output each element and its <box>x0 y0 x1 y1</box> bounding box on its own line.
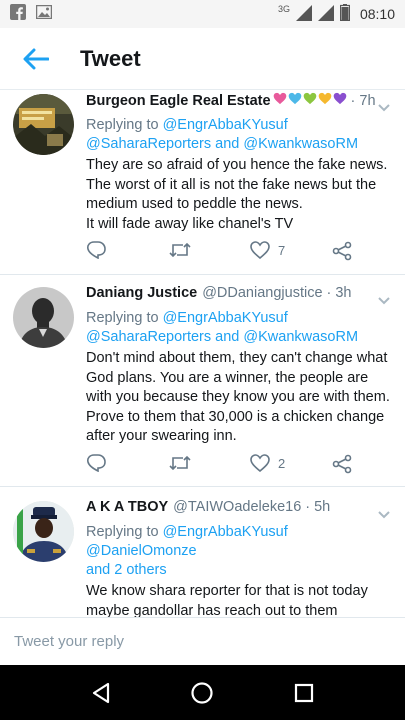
reply-input[interactable] <box>14 633 384 650</box>
author-name[interactable]: A K A TBOY <box>86 499 168 515</box>
heart-icon <box>250 454 270 472</box>
signal-icon <box>295 4 312 24</box>
page-title: Tweet <box>80 45 141 71</box>
reply-button[interactable] <box>86 241 106 259</box>
author-name[interactable]: Daniang Justice <box>86 285 197 301</box>
tweet[interactable]: Burgeon Eagle Real Estate · 7h Replying … <box>0 90 405 275</box>
mention-link[interactable]: @KwankwasoRM <box>243 329 358 345</box>
share-button[interactable] <box>332 241 352 261</box>
tweet-time: · 7h <box>350 93 376 109</box>
retweet-icon <box>169 455 191 471</box>
retweet-button[interactable] <box>168 241 192 259</box>
back-button[interactable] <box>0 28 72 90</box>
chevron-down-icon <box>378 511 390 519</box>
share-icon <box>332 454 352 474</box>
chevron-down-icon <box>378 297 390 305</box>
status-bar: 3G 08:10 <box>0 0 405 28</box>
author-handle[interactable]: @DDaniangjustice <box>202 285 322 301</box>
tweet-text-line: They are so afraid of you hence the fake… <box>86 157 388 212</box>
heart-emoji-icon <box>273 92 286 105</box>
replying-prefix: Replying to <box>86 310 163 326</box>
image-notification-icon <box>35 4 53 24</box>
tweet-text-line: We know shara reporter for that is not t… <box>86 583 368 617</box>
heart-emoji-icon <box>303 92 316 105</box>
replying-prefix: Replying to <box>86 524 163 540</box>
replying-to: Replying to @EngrAbbaKYusuf @SaharaRepor… <box>86 309 395 347</box>
mention-link[interactable]: @EngrAbbaKYusuf <box>163 117 288 133</box>
replying-and: and <box>211 329 244 345</box>
share-icon <box>332 241 352 261</box>
like-button[interactable]: 2 <box>250 454 285 472</box>
mention-link[interactable]: @SaharaReporters <box>86 329 211 345</box>
like-count: 7 <box>278 242 286 258</box>
mention-link[interactable]: @KwankwasoRM <box>243 136 358 152</box>
replying-and: and <box>211 136 244 152</box>
tweet-feed[interactable]: Burgeon Eagle Real Estate · 7h Replying … <box>0 90 405 617</box>
like-count: 2 <box>278 455 286 471</box>
like-button[interactable]: 7 <box>250 241 285 259</box>
heart-emoji-icon <box>318 92 331 105</box>
signal-icon-secondary <box>317 4 334 24</box>
network-type: 3G <box>277 4 290 14</box>
author-name[interactable]: Burgeon Eagle Real Estate <box>86 93 271 109</box>
tweet-text-line: Don't mind about them, they can't change… <box>86 350 390 444</box>
heart-emoji-icon <box>288 92 301 105</box>
retweet-button[interactable] <box>168 454 192 472</box>
tweet-actions: 2 <box>86 454 365 476</box>
battery-icon <box>339 4 351 24</box>
reply-button[interactable] <box>86 454 106 472</box>
nav-home-button[interactable] <box>182 673 222 713</box>
heart-icon <box>250 241 270 259</box>
tweet[interactable]: A K A TBOY @TAIWOadeleke16 · 5h Replying… <box>0 487 405 617</box>
app-header: Tweet <box>0 28 405 90</box>
reply-bar <box>0 617 405 665</box>
tweet-text: Don't mind about them, they can't change… <box>86 349 395 447</box>
retweet-icon <box>169 242 191 258</box>
tweet-text-line: It will fade away like chanel's TV <box>86 215 294 232</box>
mention-link[interactable]: @EngrAbbaKYusuf <box>163 524 288 540</box>
avatar[interactable] <box>13 287 74 348</box>
author-handle[interactable]: @TAIWOadeleke16 <box>173 499 301 515</box>
back-arrow-icon <box>23 48 49 69</box>
clock: 08:10 <box>359 6 395 22</box>
mention-link[interactable]: @EngrAbbaKYusuf <box>163 310 288 326</box>
avatar[interactable] <box>13 94 74 155</box>
tweet-menu-caret[interactable] <box>377 100 391 112</box>
mention-link[interactable]: @SaharaReporters <box>86 136 211 152</box>
mention-link[interactable]: @DanielOmonze <box>86 543 197 559</box>
reply-icon <box>87 241 106 259</box>
mention-others-link[interactable]: and 2 others <box>86 562 167 578</box>
emoji-hearts <box>273 92 347 105</box>
tweet-menu-caret[interactable] <box>377 293 391 305</box>
tweet-menu-caret[interactable] <box>377 507 391 519</box>
facebook-notification-icon <box>10 3 26 25</box>
reply-icon <box>87 454 106 472</box>
tweet-text: They are so afraid of you hence the fake… <box>86 156 395 234</box>
replying-to: Replying to @EngrAbbaKYusuf @SaharaRepor… <box>86 116 395 154</box>
system-nav-bar <box>0 665 405 720</box>
tweet-actions: 7 <box>86 241 365 263</box>
tweet-text: We know shara reporter for that is not t… <box>86 582 395 617</box>
nav-back-button[interactable] <box>81 673 121 713</box>
tweet-time: · 5h <box>305 499 331 515</box>
tweet-time: · 3h <box>326 285 352 301</box>
replying-to: Replying to @EngrAbbaKYusuf @DanielOmonz… <box>86 523 395 580</box>
square-recents-icon <box>295 683 314 702</box>
replying-prefix: Replying to <box>86 117 163 133</box>
circle-home-icon <box>191 681 214 704</box>
chevron-down-icon <box>378 104 390 112</box>
tweet[interactable]: Daniang Justice @DDaniangjustice · 3h Re… <box>0 275 405 487</box>
nav-recents-button[interactable] <box>284 673 324 713</box>
triangle-back-icon <box>92 682 109 703</box>
heart-emoji-icon <box>333 92 346 105</box>
avatar[interactable] <box>13 501 74 562</box>
share-button[interactable] <box>332 454 352 474</box>
